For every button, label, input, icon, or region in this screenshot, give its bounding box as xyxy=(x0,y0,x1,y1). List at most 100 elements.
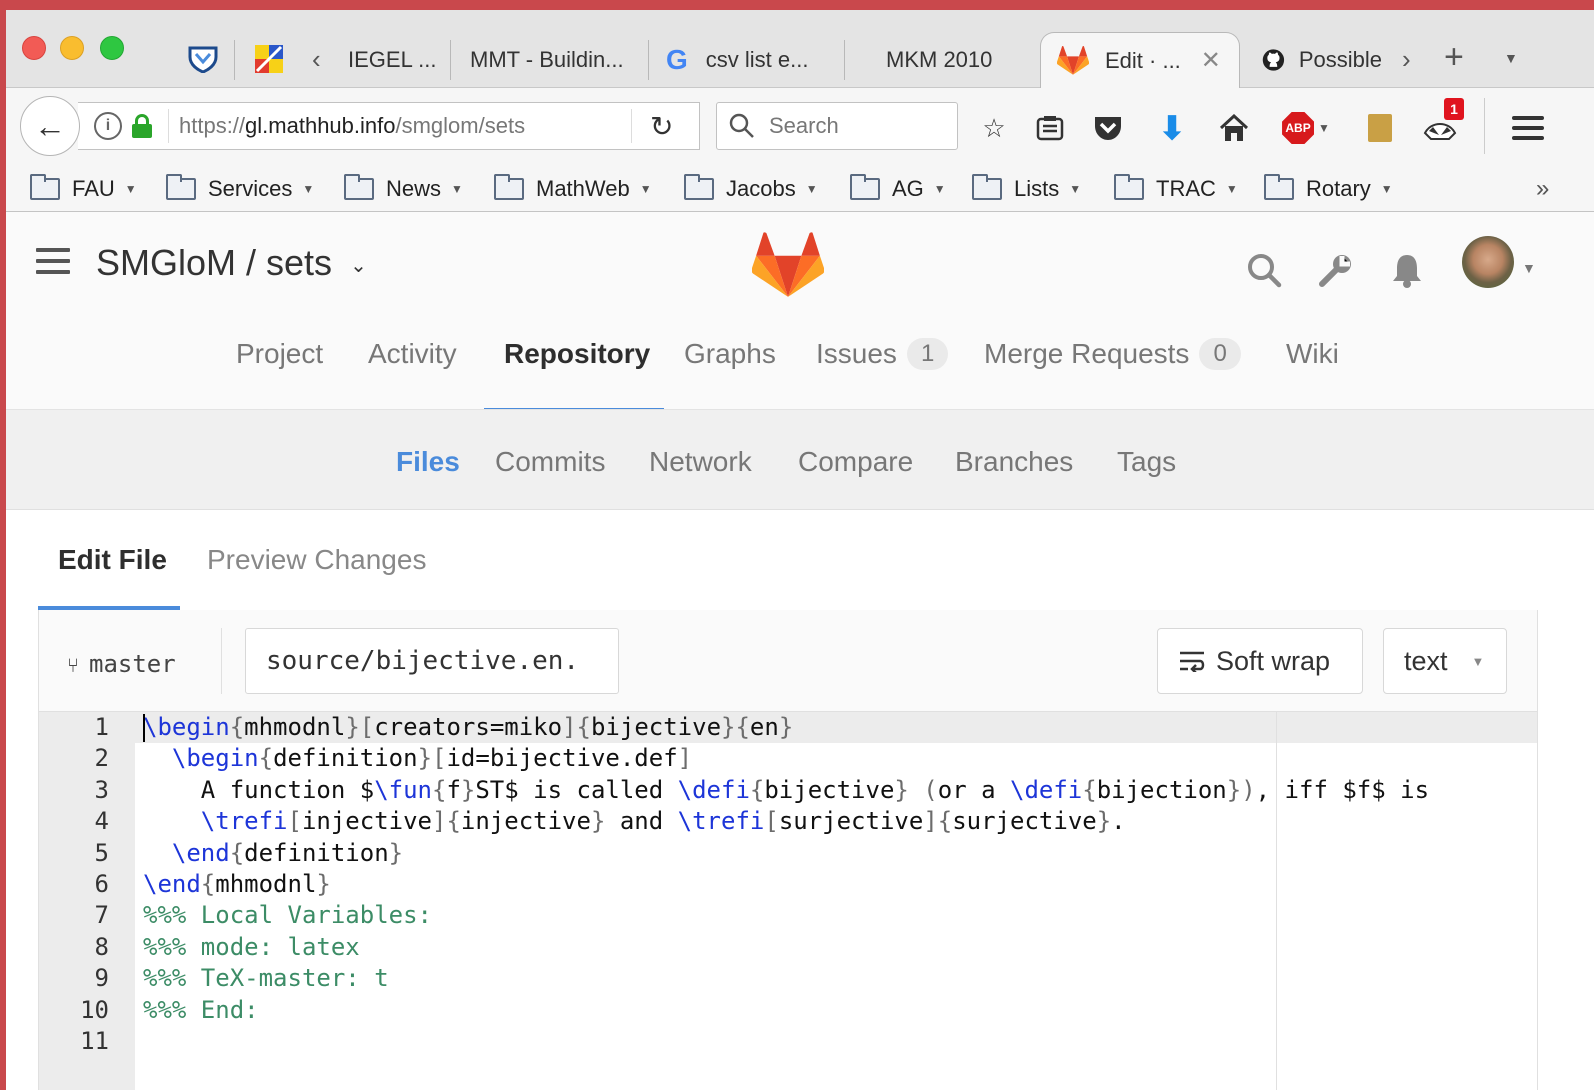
line-number: 3 xyxy=(94,775,109,804)
home-icon[interactable] xyxy=(1216,110,1252,146)
tab-mkm[interactable]: MKM 2010 xyxy=(876,32,1026,88)
back-button[interactable]: ← xyxy=(20,96,80,156)
notifications-bell-icon[interactable] xyxy=(1390,252,1424,293)
bookmarks-toolbar: FAU ▼ Services ▼ News ▼ MathWeb ▼ Jacobs ▼ AG… xyxy=(6,166,1594,212)
line-number: 1 xyxy=(94,713,109,741)
close-tab-icon[interactable]: ✕ xyxy=(1201,46,1221,75)
bookmark-folder-trac[interactable]: TRAC ▼ xyxy=(1114,172,1238,206)
nav-graphs[interactable]: Graphs xyxy=(684,338,776,370)
project-title[interactable]: SMGloM / sets ⌄ xyxy=(96,242,367,284)
tab-possible[interactable]: Possible xyxy=(1252,32,1392,88)
nav-label: Wiki xyxy=(1286,338,1339,369)
search-placeholder: Search xyxy=(769,113,839,138)
bookmark-folder-ag[interactable]: AG ▼ xyxy=(850,172,946,206)
code-editor[interactable]: 1 \begin{mhmodnl}[creators=miko]{bijectiv… xyxy=(38,712,1538,1090)
line-number: 10 xyxy=(80,995,109,1024)
nav-repository[interactable]: Repository xyxy=(504,338,650,370)
nav-label: Activity xyxy=(368,338,457,369)
branch-name: master xyxy=(89,650,176,678)
close-window-button[interactable] xyxy=(22,36,46,60)
bookmark-folder-jacobs[interactable]: Jacobs ▼ xyxy=(684,172,818,206)
zoom-window-button[interactable] xyxy=(100,36,124,60)
bookmark-folder-mathweb[interactable]: MathWeb ▼ xyxy=(494,172,652,206)
user-avatar[interactable] xyxy=(1462,236,1514,288)
folder-icon xyxy=(494,174,524,200)
new-tab-icon[interactable]: + xyxy=(1444,38,1464,77)
minimize-window-button[interactable] xyxy=(60,36,84,60)
reading-list-icon[interactable] xyxy=(1032,110,1068,146)
soft-wrap-button[interactable]: Soft wrap xyxy=(1157,628,1363,694)
tab-scroll-right-icon[interactable]: › xyxy=(1402,44,1411,75)
url-scheme: https:// xyxy=(179,113,246,138)
tab-label: MKM 2010 xyxy=(886,47,993,72)
bookmark-folder-news[interactable]: News ▼ xyxy=(344,172,463,206)
subnav-files[interactable]: Files xyxy=(396,446,460,478)
chevron-down-icon: ⌄ xyxy=(350,254,367,277)
search-input[interactable]: Search xyxy=(716,102,958,150)
pocket-icon[interactable] xyxy=(1090,110,1126,146)
search-icon[interactable] xyxy=(1246,252,1282,293)
folder-icon xyxy=(1264,174,1294,200)
menu-icon[interactable] xyxy=(1510,110,1546,146)
tab-iegel[interactable]: IEGEL ... xyxy=(338,32,450,88)
file-path-input[interactable]: source/bijective.en. xyxy=(245,628,619,694)
chevron-down-icon[interactable]: ▼ xyxy=(1522,260,1536,276)
nav-merge-requests[interactable]: Merge Requests 0 xyxy=(984,338,1241,370)
download-icon[interactable]: ⬇ xyxy=(1154,110,1190,146)
pinned-tab-shield[interactable] xyxy=(186,42,220,76)
bookmark-label: AG xyxy=(892,176,924,201)
tab-scroll-left-icon[interactable]: ‹ xyxy=(312,44,321,75)
tab-label: Possible xyxy=(1298,47,1382,72)
code-text: %%% mode: latex xyxy=(143,932,360,961)
subnav-commits[interactable]: Commits xyxy=(495,446,605,478)
notification-badge: 1 xyxy=(1444,98,1464,120)
tab-strip: ‹ IEGEL ... MMT - Buildin... G csv list … xyxy=(6,10,1594,88)
folder-icon xyxy=(850,174,880,200)
extension-icon[interactable] xyxy=(1362,110,1398,146)
google-icon: G xyxy=(666,44,688,75)
subnav-tags[interactable]: Tags xyxy=(1117,446,1176,478)
tab-edit-file[interactable]: Edit File xyxy=(58,544,167,576)
sidebar-toggle-icon[interactable] xyxy=(36,248,70,281)
file-mode-value: text xyxy=(1404,645,1448,676)
tab-edit[interactable]: Edit · ... ✕ xyxy=(1040,32,1240,88)
file-mode-select[interactable]: text ▼ xyxy=(1383,628,1507,694)
search-icon xyxy=(729,113,754,138)
nav-project[interactable]: Project xyxy=(236,338,323,370)
bookmark-folder-fau[interactable]: FAU ▼ xyxy=(30,172,137,206)
adblock-button[interactable]: ABP ▼ xyxy=(1278,110,1334,146)
info-icon[interactable]: i xyxy=(94,112,122,140)
url-bar[interactable]: i https://gl.mathhub.info/smglom/sets ↻ xyxy=(78,102,700,150)
url-text: https://gl.mathhub.info/smglom/sets xyxy=(179,113,631,139)
line-number: 9 xyxy=(94,964,109,993)
bookmark-folder-services[interactable]: Services ▼ xyxy=(166,172,314,206)
nav-label: Project xyxy=(236,338,324,369)
bookmark-folder-lists[interactable]: Lists ▼ xyxy=(972,172,1081,206)
bookmark-folder-rotary[interactable]: Rotary ▼ xyxy=(1264,172,1393,206)
code-text: A function $\fun{f}ST$ is called \defi{b… xyxy=(143,775,1430,804)
line-number: 2 xyxy=(94,744,109,773)
subnav-network[interactable]: Network xyxy=(649,446,752,478)
nav-label: Merge Requests xyxy=(984,338,1190,369)
tab-mmt[interactable]: MMT - Buildin... xyxy=(460,32,644,88)
nav-label: Issues xyxy=(816,338,897,369)
bookmarks-overflow-icon[interactable]: » xyxy=(1536,172,1549,206)
nav-label: Repository xyxy=(504,338,651,369)
line-number: 7 xyxy=(94,901,109,930)
browser-window: ‹ IEGEL ... MMT - Buildin... G csv list … xyxy=(6,10,1594,1090)
text-cursor xyxy=(143,714,145,742)
nav-activity[interactable]: Activity xyxy=(368,338,457,370)
admin-wrench-icon[interactable] xyxy=(1318,252,1354,293)
privacy-badger-icon[interactable]: 1 xyxy=(1422,98,1464,146)
nav-issues[interactable]: Issues 1 xyxy=(816,338,949,370)
tab-csv[interactable]: G csv list e... xyxy=(656,32,846,88)
tab-preview-changes[interactable]: Preview Changes xyxy=(207,544,426,576)
reload-icon[interactable]: ↻ xyxy=(650,110,673,143)
gitlab-logo[interactable] xyxy=(751,232,825,305)
bookmark-star-icon[interactable]: ☆ xyxy=(976,110,1012,146)
subnav-branches[interactable]: Branches xyxy=(955,446,1073,478)
tab-list-icon[interactable]: ▼ xyxy=(1504,50,1518,66)
nav-wiki[interactable]: Wiki xyxy=(1286,338,1339,370)
subnav-compare[interactable]: Compare xyxy=(798,446,913,478)
pinned-tab-colorful[interactable] xyxy=(252,42,286,76)
